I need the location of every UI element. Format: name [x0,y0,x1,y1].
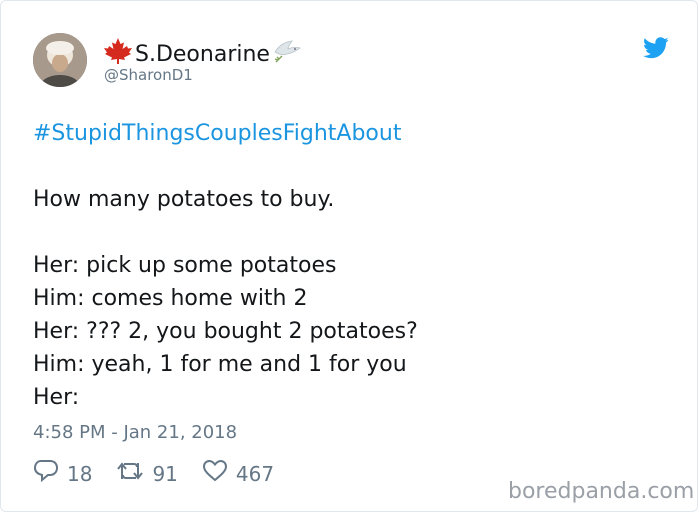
retweet-button[interactable]: 91 [116,460,178,487]
tweet-text-line: Him: comes home with 2 [33,286,308,311]
watermark: boredpanda.com [508,479,695,504]
tweet-timestamp[interactable]: 4:58 PM - Jan 21, 2018 [33,422,237,443]
dove-icon [272,38,302,70]
retweet-icon [116,460,152,487]
like-button[interactable]: 467 [202,459,274,488]
tweet-text-line: Her: [33,385,80,410]
reply-icon [33,459,67,488]
reply-button[interactable]: 18 [33,459,92,488]
tweet-text-line: Her: ??? 2, you bought 2 potatoes? [33,319,418,344]
tweet-text-line: How many potatoes to buy. [33,187,335,212]
like-count: 467 [235,461,275,486]
display-name: S.Deonarine [135,41,270,67]
twitter-bird-icon[interactable] [643,37,669,59]
tweet-text-line: Him: yeah, 1 for me and 1 for you [33,352,407,377]
heart-icon [202,459,236,488]
retweet-count: 91 [152,461,178,486]
tweet-card: S.Deonarine @SharonD1 #StupidThingsCoupl… [0,0,698,512]
tweet-actions: 18 91 467 [33,459,298,488]
tweet-text-line: Her: pick up some potatoes [33,253,337,278]
user-handle[interactable]: @SharonD1 [104,66,193,84]
hashtag-link[interactable]: #StupidThingsCouplesFightAbout [33,121,401,146]
avatar[interactable] [33,33,87,87]
reply-count: 18 [67,461,93,486]
